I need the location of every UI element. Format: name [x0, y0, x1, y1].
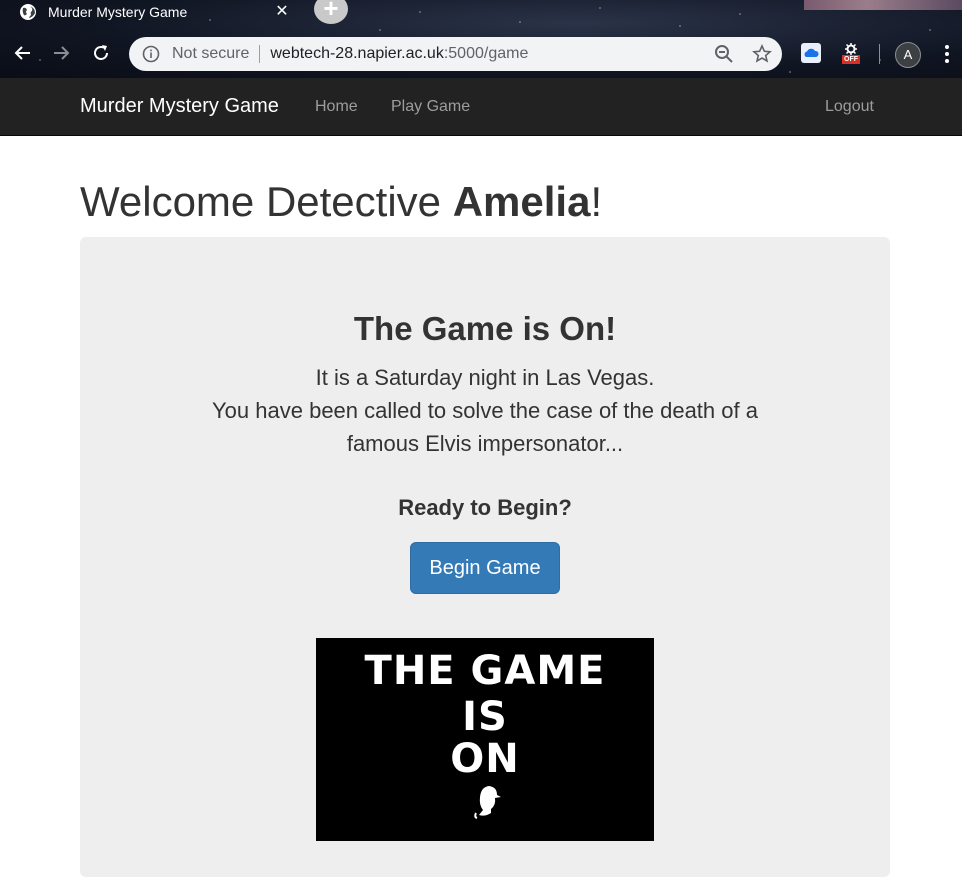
- game-poster-image: THE GAME IS ON: [316, 638, 654, 841]
- arrow-right-icon: [54, 46, 70, 60]
- user-name: Amelia: [452, 178, 591, 225]
- intro-line-1: It is a Saturday night in Las Vegas.: [315, 365, 655, 390]
- close-tab-icon[interactable]: ✕: [274, 4, 290, 20]
- new-tab-button[interactable]: +: [314, 0, 348, 24]
- gear-icon: [845, 42, 857, 55]
- back-button[interactable]: [8, 38, 38, 68]
- nav-link-play-game[interactable]: Play Game: [391, 98, 470, 116]
- profile-avatar[interactable]: A: [895, 42, 921, 68]
- star-icon[interactable]: [752, 44, 772, 64]
- nav-link-home[interactable]: Home: [315, 98, 358, 116]
- arrow-left-icon: [14, 46, 30, 60]
- game-title: The Game is On!: [353, 310, 617, 347]
- site-navbar: Murder Mystery Game Home Play Game Logou…: [0, 78, 962, 136]
- intro-text: It is a Saturday night in Las Vegas. You…: [185, 361, 785, 460]
- navbar-brand[interactable]: Murder Mystery Game: [80, 95, 279, 118]
- more-menu-icon[interactable]: [941, 44, 953, 64]
- intro-line-2: You have been called to solve the case o…: [212, 398, 758, 456]
- poster-line-1: THE GAME: [364, 648, 606, 694]
- blocker-extension-button[interactable]: OFF: [840, 42, 862, 64]
- game-intro-panel: The Game is On! It is a Saturday night i…: [80, 237, 890, 877]
- globe-icon: [20, 4, 36, 20]
- security-label: Not secure: [172, 45, 250, 62]
- url-host: webtech-28.napier.ac.uk: [270, 45, 444, 62]
- forward-button[interactable]: [46, 38, 76, 68]
- poster-line-2: IS: [462, 694, 508, 740]
- begin-game-button[interactable]: Begin Game: [410, 542, 560, 594]
- url-path: :5000/game: [443, 45, 529, 62]
- browser-chrome: Murder Mystery Game ✕ + Not secure webte…: [0, 0, 962, 78]
- welcome-prefix: Welcome Detective: [80, 178, 453, 225]
- cloud-extension-button[interactable]: [800, 42, 822, 64]
- omnibox-divider: [259, 45, 261, 63]
- ready-prompt: Ready to Begin?: [398, 495, 572, 520]
- info-icon[interactable]: [142, 45, 160, 63]
- welcome-suffix: !: [590, 178, 603, 225]
- page-title: Welcome Detective Amelia!: [80, 178, 602, 226]
- address-bar[interactable]: Not secure webtech-28.napier.ac.uk:5000/…: [129, 37, 782, 71]
- extension-badge: OFF: [842, 54, 860, 64]
- reload-button[interactable]: [86, 38, 116, 68]
- zoom-out-icon[interactable]: [714, 44, 734, 64]
- tab-title: Murder Mystery Game: [48, 4, 188, 20]
- reload-icon: [94, 45, 108, 60]
- toolbar-divider: [879, 44, 880, 64]
- browser-tab[interactable]: Murder Mystery Game ✕: [0, 0, 302, 24]
- background-thumbnail: [804, 0, 962, 10]
- poster-line-3: ON: [450, 736, 520, 782]
- cloud-icon: [801, 43, 821, 63]
- nav-link-logout[interactable]: Logout: [825, 98, 874, 116]
- detective-silhouette-icon: [474, 786, 501, 819]
